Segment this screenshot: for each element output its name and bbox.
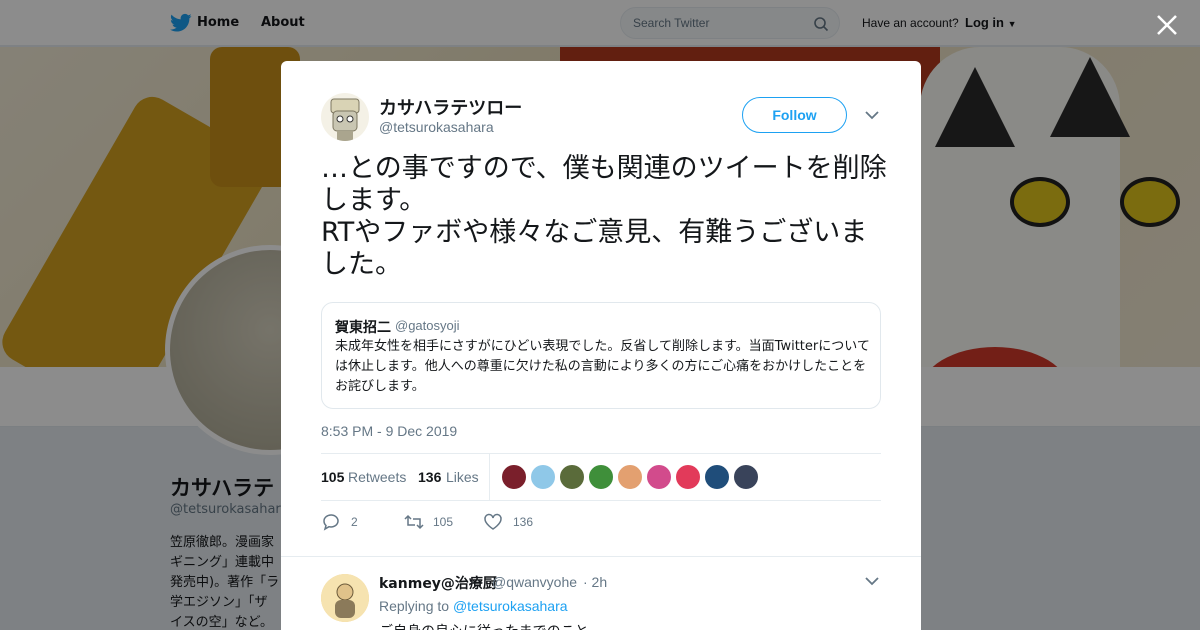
like-count: 136 xyxy=(513,515,534,529)
liker-avatar[interactable] xyxy=(559,464,585,490)
author-name[interactable]: カサハラテツロー xyxy=(379,94,522,120)
retweets-label[interactable]: Retweets xyxy=(348,469,406,485)
author-avatar[interactable] xyxy=(321,93,369,141)
replying-to-handle-link[interactable]: @tetsurokasahara xyxy=(453,598,568,614)
retweet-count: 105 xyxy=(433,515,454,529)
person-avatar-icon xyxy=(321,574,369,622)
quoted-tweet-text: 未成年女性を相手にさすがにひどい表現でした。反省して削除します。当面Twitte… xyxy=(335,339,870,394)
reply-text: ご自身の良心に従ったまでのこと xyxy=(379,621,589,630)
liker-avatar[interactable] xyxy=(733,464,759,490)
replying-to-label: Replying to xyxy=(379,598,450,614)
retweet-icon xyxy=(404,514,424,530)
liker-avatar[interactable] xyxy=(646,464,672,490)
close-icon[interactable] xyxy=(1154,12,1180,38)
reply-author-handle[interactable]: @qwanvyohe xyxy=(492,574,577,590)
quoted-tweet[interactable]: 賀東招二 @gatosyoji 未成年女性を相手にさすがにひどい表現でした。反省… xyxy=(321,302,881,409)
reply-time[interactable]: · 2h xyxy=(583,574,607,590)
liker-avatar[interactable] xyxy=(617,464,643,490)
likes-count[interactable]: 136 xyxy=(418,469,441,485)
reply-author-avatar[interactable] xyxy=(321,574,369,622)
tweet-stats: 105 Retweets 136 Likes xyxy=(321,453,881,501)
tweet-modal: カサハラテツロー @tetsurokasahara Follow …との事ですの… xyxy=(281,61,921,630)
liker-avatar[interactable] xyxy=(588,464,614,490)
liker-avatar[interactable] xyxy=(675,464,701,490)
tweet-actions: 2 105 136 xyxy=(321,512,881,532)
chevron-down-icon[interactable] xyxy=(864,109,880,121)
author-handle[interactable]: @tetsurokasahara xyxy=(379,119,494,135)
tweet-text: …との事ですので、僕も関連のツイートを削除します。 RTやファボや様々なご意見、… xyxy=(321,153,887,280)
liker-avatar[interactable] xyxy=(530,464,556,490)
retweets-count[interactable]: 105 xyxy=(321,469,344,485)
tweet-timestamp[interactable]: 8:53 PM - 9 Dec 2019 xyxy=(321,423,457,439)
replying-to: Replying to @tetsurokasahara xyxy=(379,598,568,614)
heart-icon xyxy=(484,513,502,530)
reply-icon xyxy=(323,514,339,531)
reply-author-name[interactable]: kanmey@治療厨 xyxy=(379,573,497,593)
robot-avatar-icon xyxy=(330,98,360,141)
reply-divider xyxy=(281,556,921,557)
chevron-down-icon[interactable] xyxy=(864,575,880,587)
quoted-tweet-author-name: 賀東招二 xyxy=(335,320,391,336)
reply-count: 2 xyxy=(351,515,358,529)
liker-avatar[interactable] xyxy=(501,464,527,490)
stats-divider xyxy=(489,454,490,501)
likes-label[interactable]: Likes xyxy=(446,469,479,485)
liker-avatar[interactable] xyxy=(704,464,730,490)
follow-button[interactable]: Follow xyxy=(742,97,847,133)
quoted-tweet-author-handle: @gatosyoji xyxy=(395,318,460,333)
